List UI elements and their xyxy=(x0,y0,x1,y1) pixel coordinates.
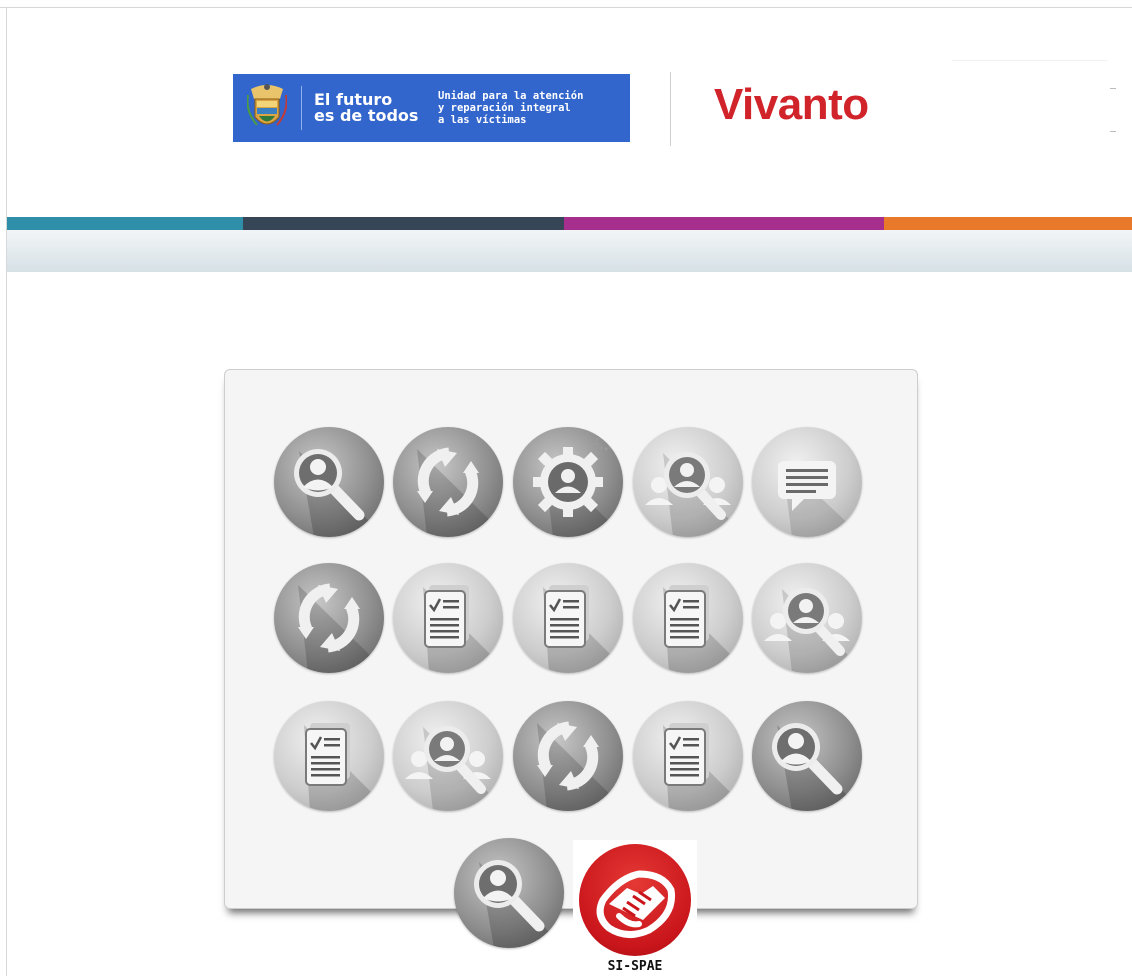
checklist-document-icon xyxy=(661,583,739,673)
checklist-document-icon xyxy=(421,583,499,673)
logo-divider xyxy=(301,86,302,130)
app-button-checklist-document[interactable] xyxy=(633,701,743,811)
checklist-document-icon xyxy=(661,721,739,811)
app-button-group-search[interactable] xyxy=(752,563,862,673)
app-button-checklist-document[interactable] xyxy=(393,563,503,673)
group-search-icon xyxy=(752,563,862,673)
colombia-coat-of-arms-icon xyxy=(243,78,291,138)
government-slogan: El futuro es de todos xyxy=(314,92,424,124)
app-button-checklist-document[interactable] xyxy=(633,563,743,673)
user-search-icon xyxy=(274,427,384,537)
header-tick-mark xyxy=(1110,131,1116,132)
group-search-icon xyxy=(633,427,743,537)
entity-name: Unidad para la atención y reparación int… xyxy=(438,90,583,126)
stripe-segment-teal xyxy=(7,217,243,230)
app-button-refresh[interactable] xyxy=(513,701,623,811)
refresh-icon xyxy=(393,427,503,537)
header-separator xyxy=(670,72,671,146)
group-search-icon xyxy=(393,701,503,811)
checklist-document-icon xyxy=(541,583,619,673)
entity-line-2: y reparación integral xyxy=(438,102,571,114)
app-button-group-search[interactable] xyxy=(393,701,503,811)
stripe-segment-slate xyxy=(243,217,564,230)
header-tick-mark xyxy=(1110,88,1116,89)
page-frame-top xyxy=(0,7,1132,8)
sispae-label: SI-SPAE xyxy=(607,959,663,974)
navigation-band xyxy=(7,230,1132,272)
header-placeholder-area xyxy=(952,60,1108,149)
refresh-icon xyxy=(274,563,384,673)
user-search-icon xyxy=(454,838,564,948)
user-search-icon xyxy=(752,701,862,811)
app-button-user-search[interactable] xyxy=(454,838,564,948)
government-logo-banner[interactable]: El futuro es de todos Unidad para la ate… xyxy=(233,74,630,142)
slogan-line-2: es de todos xyxy=(314,106,419,125)
message-icon xyxy=(778,461,856,537)
sispae-logo xyxy=(579,844,691,956)
app-button-checklist-document[interactable] xyxy=(513,563,623,673)
app-button-group-search[interactable] xyxy=(633,427,743,537)
app-button-user-search[interactable] xyxy=(752,701,862,811)
page-frame-left xyxy=(6,7,7,976)
stripe-segment-magenta xyxy=(564,217,884,230)
refresh-icon xyxy=(513,701,623,811)
app-button-user-search[interactable] xyxy=(274,427,384,537)
app-button-checklist-document[interactable] xyxy=(274,701,384,811)
entity-line-3: a las víctimas xyxy=(438,114,527,126)
stripe-segment-orange xyxy=(884,217,1132,230)
app-button-refresh[interactable] xyxy=(274,563,384,673)
app-button-user-settings[interactable] xyxy=(513,427,623,537)
sispae-app-button[interactable]: SI-SPAE xyxy=(573,840,697,976)
user-settings-icon xyxy=(531,431,619,537)
entity-line-1: Unidad para la atención xyxy=(438,90,584,102)
vivanto-logo[interactable]: Vivanto xyxy=(714,80,869,130)
handshake-icon xyxy=(596,870,676,938)
app-button-message[interactable] xyxy=(752,427,862,537)
checklist-document-icon xyxy=(302,721,380,811)
app-button-refresh[interactable] xyxy=(393,427,503,537)
